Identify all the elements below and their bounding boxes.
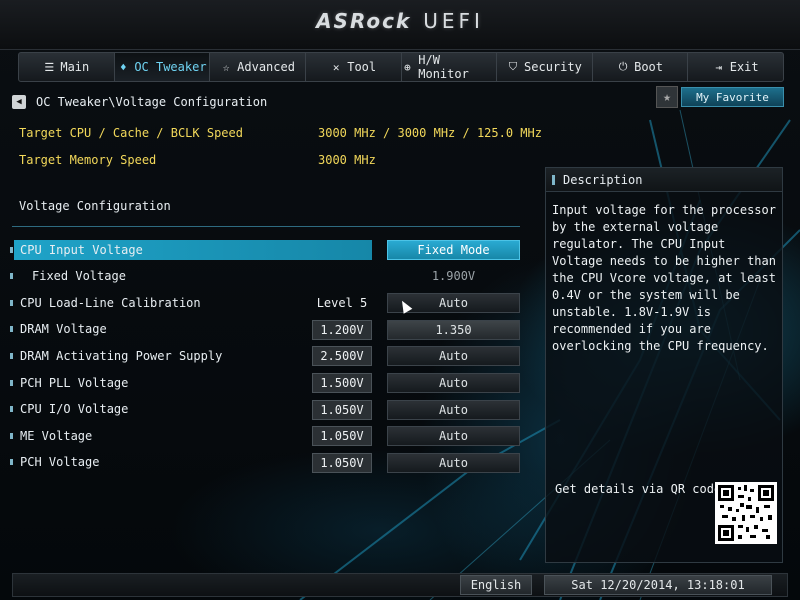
dram-voltage-field[interactable]: 1.350 xyxy=(387,320,520,340)
setting-label-cpu-llc[interactable]: CPU Load-Line Calibration xyxy=(20,296,201,310)
tab-hw-monitor[interactable]: ⊕ H/W Monitor xyxy=(402,53,498,81)
setting-label-me-voltage[interactable]: ME Voltage xyxy=(20,429,92,443)
setting-label-cpu-input-voltage[interactable]: CPU Input Voltage xyxy=(20,243,143,257)
datetime-display: Sat 12/20/2014, 13:18:01 xyxy=(544,575,772,595)
cpu-io-voltage-select[interactable]: Auto xyxy=(387,400,520,420)
tab-label: Advanced xyxy=(237,60,295,74)
row-bullet xyxy=(10,380,13,386)
target-cpu-label: Target CPU / Cache / BCLK Speed xyxy=(19,126,243,140)
pch-pll-voltage-current: 1.500V xyxy=(312,373,372,393)
setting-label-cpu-io-voltage[interactable]: CPU I/O Voltage xyxy=(20,402,128,416)
tab-advanced[interactable]: ☆ Advanced xyxy=(210,53,306,81)
qr-code-icon xyxy=(715,482,777,544)
row-bullet xyxy=(10,406,13,412)
row-bullet xyxy=(10,300,13,306)
setting-label-fixed-voltage[interactable]: Fixed Voltage xyxy=(32,269,126,283)
star-icon: ☆ xyxy=(222,60,230,74)
dram-voltage-current: 1.200V xyxy=(312,320,372,340)
pch-voltage-current: 1.050V xyxy=(312,453,372,473)
asrock-uefi-logo: ASRock UEFI xyxy=(316,9,484,33)
tab-label: Tool xyxy=(347,60,377,74)
back-arrow-icon[interactable]: ◀ xyxy=(12,95,26,109)
me-voltage-current: 1.050V xyxy=(312,426,372,446)
row-bullet xyxy=(10,459,13,465)
row-bullet xyxy=(10,353,13,359)
setting-label-pch-voltage[interactable]: PCH Voltage xyxy=(20,455,99,469)
row-bullet xyxy=(10,433,13,439)
tab-oc-tweaker[interactable]: ♦ OC Tweaker xyxy=(114,53,211,81)
main-tab-bar: ☰ Main ♦ OC Tweaker ☆ Advanced ✕ Tool ⊕ … xyxy=(18,52,784,82)
tab-label: Boot xyxy=(634,60,664,74)
breadcrumb-path: OC Tweaker\Voltage Configuration xyxy=(36,95,268,109)
favorite-star-icon[interactable]: ★ xyxy=(656,86,678,108)
tab-label: Security xyxy=(524,60,582,74)
tab-tool[interactable]: ✕ Tool xyxy=(306,53,402,81)
row-bullet xyxy=(10,247,13,253)
cpu-input-voltage-select[interactable]: Fixed Mode xyxy=(387,240,520,260)
tab-exit[interactable]: ⇥ Exit xyxy=(688,53,783,81)
description-title: Description xyxy=(563,172,643,187)
list-icon: ☰ xyxy=(44,60,55,74)
me-voltage-select[interactable]: Auto xyxy=(387,426,520,446)
fixed-voltage-field[interactable]: 1.900V xyxy=(387,266,520,286)
flame-icon: ♦ xyxy=(120,60,127,74)
setting-label-dram-voltage[interactable]: DRAM Voltage xyxy=(20,322,107,336)
cpu-llc-current: Level 5 xyxy=(316,296,368,310)
tab-security[interactable]: ⛉ Security xyxy=(497,53,593,81)
my-favorite: ★ My Favorite xyxy=(656,86,784,108)
description-text: Input voltage for the processor by the e… xyxy=(552,203,776,353)
tab-label: Main xyxy=(60,60,90,74)
setting-label-dram-activating[interactable]: DRAM Activating Power Supply xyxy=(20,349,222,363)
tools-icon: ✕ xyxy=(332,60,340,74)
dram-activating-select[interactable]: Auto xyxy=(387,346,520,366)
pch-voltage-select[interactable]: Auto xyxy=(387,453,520,473)
dram-activating-current: 2.500V xyxy=(312,346,372,366)
target-memory-value: 3000 MHz xyxy=(318,153,376,167)
row-bullet xyxy=(10,326,13,332)
tab-label: Exit xyxy=(729,60,759,74)
monitor-icon: ⊕ xyxy=(404,60,411,74)
header-bar: ASRock UEFI xyxy=(0,0,800,50)
tab-label: OC Tweaker xyxy=(134,60,207,74)
cpu-io-voltage-current: 1.050V xyxy=(312,400,372,420)
target-cpu-value: 3000 MHz / 3000 MHz / 125.0 MHz xyxy=(318,126,542,140)
section-divider xyxy=(12,226,520,227)
exit-icon: ⇥ xyxy=(715,60,723,74)
target-memory-label: Target Memory Speed xyxy=(19,153,157,167)
power-icon: ⏻ xyxy=(618,60,628,73)
setting-label-pch-pll-voltage[interactable]: PCH PLL Voltage xyxy=(20,376,128,390)
description-marker-icon xyxy=(552,174,555,185)
tab-main[interactable]: ☰ Main xyxy=(19,53,115,81)
tab-boot[interactable]: ⏻ Boot xyxy=(593,53,689,81)
tab-label: H/W Monitor xyxy=(418,53,469,81)
language-button[interactable]: English xyxy=(460,575,532,595)
pch-pll-voltage-select[interactable]: Auto xyxy=(387,373,520,393)
row-bullet xyxy=(10,273,13,279)
description-header: Description xyxy=(546,168,782,192)
section-title: Voltage Configuration xyxy=(19,199,171,213)
breadcrumb: ◀ OC Tweaker\Voltage Configuration xyxy=(12,92,267,112)
shield-icon: ⛉ xyxy=(508,60,518,73)
my-favorite-button[interactable]: My Favorite xyxy=(681,87,784,107)
qr-label: Get details via QR code xyxy=(555,482,722,496)
